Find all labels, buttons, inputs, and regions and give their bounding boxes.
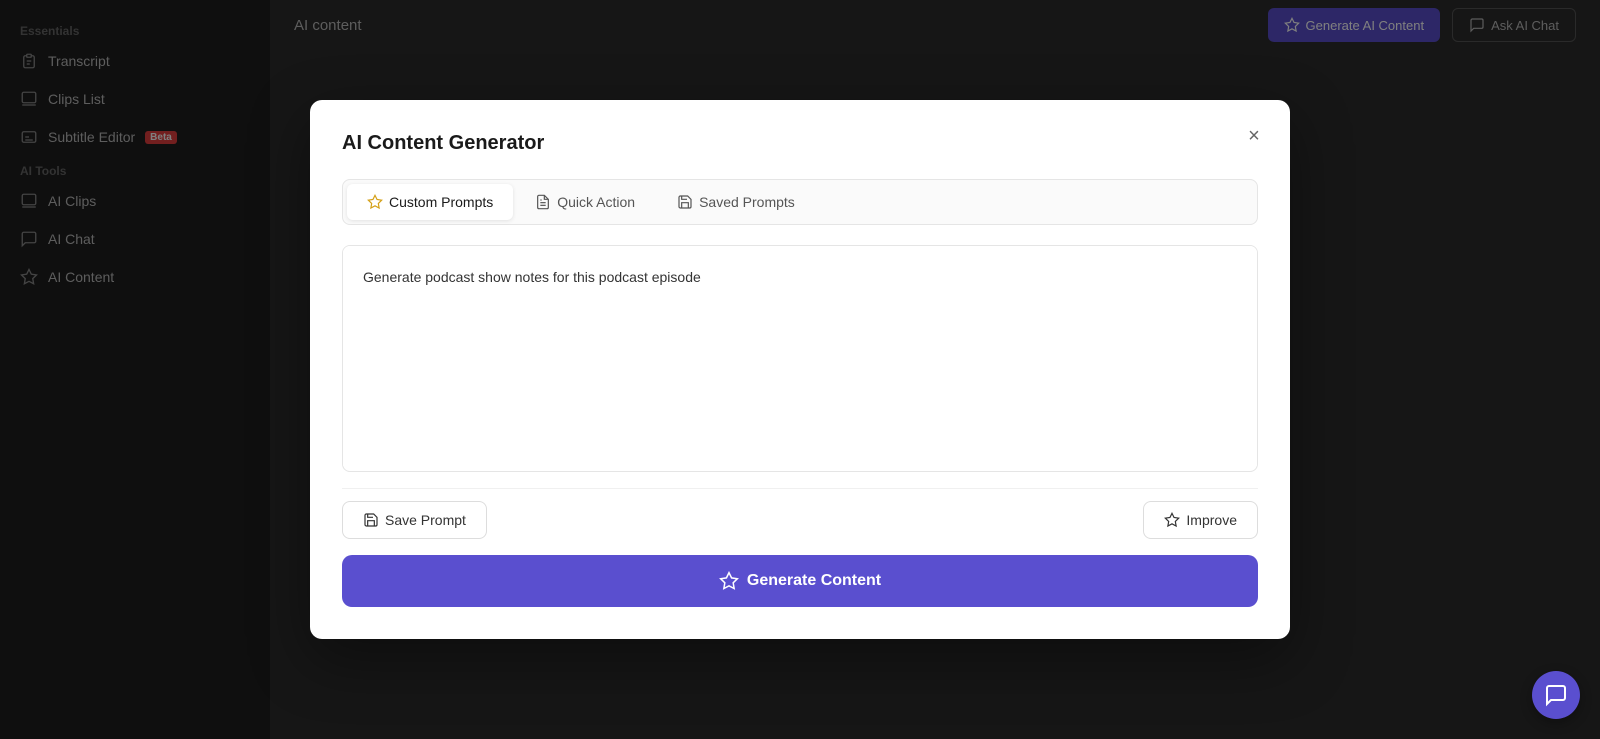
prompt-textarea[interactable]	[343, 246, 1257, 466]
modal: × AI Content Generator Custom Prompts Qu…	[310, 100, 1290, 639]
improve-icon	[1164, 512, 1180, 528]
generate-sparkle-icon	[719, 571, 739, 591]
modal-overlay: × AI Content Generator Custom Prompts Qu…	[0, 0, 1600, 739]
generate-content-button[interactable]: Generate Content	[342, 555, 1258, 607]
save-prompt-button[interactable]: Save Prompt	[342, 501, 487, 539]
prompt-area	[342, 245, 1258, 472]
tab-custom-prompts-label: Custom Prompts	[389, 194, 493, 210]
save-prompt-label: Save Prompt	[385, 512, 466, 528]
saved-prompts-icon	[677, 194, 693, 210]
save-icon	[363, 512, 379, 528]
tab-custom-prompts[interactable]: Custom Prompts	[347, 184, 513, 220]
action-row: Save Prompt Improve	[342, 488, 1258, 551]
improve-label: Improve	[1186, 512, 1237, 528]
improve-button[interactable]: Improve	[1143, 501, 1258, 539]
modal-title: AI Content Generator	[342, 132, 1258, 155]
tab-saved-prompts[interactable]: Saved Prompts	[657, 184, 815, 220]
chat-bubble-button[interactable]	[1532, 671, 1580, 719]
chat-bubble-icon	[1544, 683, 1568, 707]
modal-close-button[interactable]: ×	[1238, 120, 1270, 152]
tabs-container: Custom Prompts Quick Action Saved Prompt…	[342, 179, 1258, 225]
tab-saved-prompts-label: Saved Prompts	[699, 194, 795, 210]
tab-quick-action-label: Quick Action	[557, 194, 635, 210]
generate-label: Generate Content	[747, 572, 881, 590]
tab-quick-action[interactable]: Quick Action	[515, 184, 655, 220]
quick-action-icon	[535, 194, 551, 210]
close-icon: ×	[1248, 125, 1260, 148]
custom-prompts-icon	[367, 194, 383, 210]
